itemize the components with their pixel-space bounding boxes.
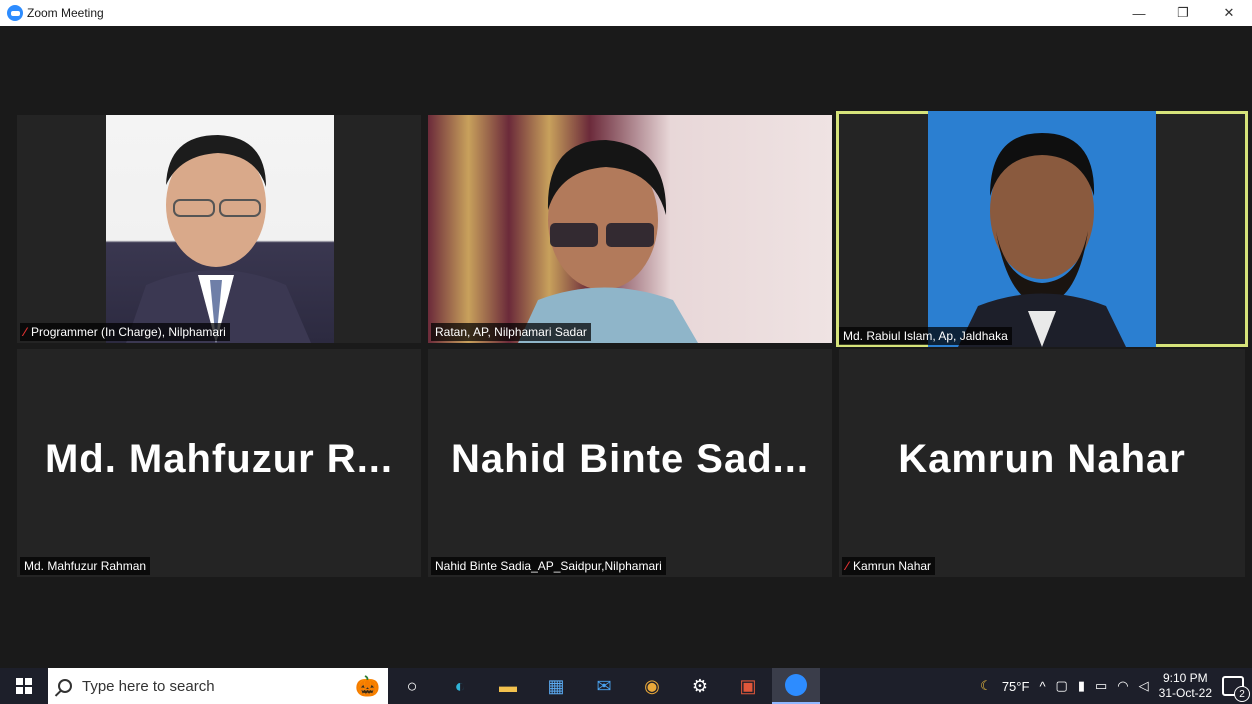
search-placeholder: Type here to search [82,677,215,695]
chevron-up-icon[interactable]: ^ [1039,679,1045,694]
system-tray: ☾ 75°F ^ ▢ ▮ ▭ ◠ ◁ 9:10 PM 31-Oct-22 2 [980,668,1252,704]
close-button[interactable]: ✕ [1208,0,1250,26]
participant-display-name: Nahid Binte Sad... [450,437,810,481]
participant-display-name: Kamrun Nahar [898,437,1186,481]
clock-time: 9:10 PM [1162,671,1208,685]
edge-icon[interactable]: ◐ [436,668,484,704]
halloween-doodle-icon[interactable]: 🎃 [355,674,380,699]
meet-now-icon[interactable]: ▢ [1056,678,1068,694]
window-title: Zoom Meeting [27,6,104,20]
participant-name-tag: Md. Rabiul Islam, Ap, Jaldhaka [839,327,1012,345]
microphone-icon[interactable]: ▮ [1078,678,1085,694]
file-explorer-icon[interactable]: ▬ [484,668,532,704]
participant-name: Ratan, AP, Nilphamari Sadar [435,325,587,339]
participant-video [928,111,1156,347]
restore-button[interactable]: ❐ [1162,0,1204,26]
battery-icon[interactable]: ▭ [1095,678,1107,694]
participant-name: Programmer (In Charge), Nilphamari [31,325,226,339]
participant-name-tag: ⁄ Kamrun Nahar [842,557,936,575]
title-bar: Zoom Meeting — ❐ ✕ [0,0,1252,26]
video-gallery: ⁄ Programmer (In Charge), Nilphamari Rat… [7,26,1252,668]
weather-temp[interactable]: 75°F [1002,679,1030,694]
taskbar-search-box[interactable]: Type here to search 🎃 [48,668,388,704]
powerpoint-icon[interactable]: ▣ [724,668,772,704]
windows-logo-icon [16,678,32,694]
participant-tile[interactable]: Ratan, AP, Nilphamari Sadar [428,115,832,343]
participant-name-tag: Nahid Binte Sadia_AP_Saidpur,Nilphamari [431,557,666,575]
person-silhouette [126,135,311,343]
participant-tile[interactable]: ⁄ Programmer (In Charge), Nilphamari [17,115,421,343]
clock-date: 31-Oct-22 [1158,686,1212,700]
settings-icon[interactable]: ⚙ [676,668,724,704]
participant-name-tag: ⁄ Programmer (In Charge), Nilphamari [20,323,230,341]
participant-name: Md. Mahfuzur Rahman [24,559,147,573]
participant-name: Nahid Binte Sadia_AP_Saidpur,Nilphamari [435,559,662,573]
person-silhouette [958,133,1126,347]
participant-name: Md. Rabiul Islam, Ap, Jaldhaka [843,329,1008,343]
notification-count: 2 [1234,686,1250,702]
participant-video [428,115,832,343]
minimize-button[interactable]: — [1118,0,1160,26]
chrome-icon[interactable]: ◉ [628,668,676,704]
search-icon [58,679,72,693]
mic-muted-icon: ⁄ [846,559,849,573]
person-silhouette [518,140,698,343]
mail-icon[interactable]: ✉ [580,668,628,704]
store-icon[interactable]: ▦ [532,668,580,704]
clock[interactable]: 9:10 PM 31-Oct-22 [1159,671,1212,701]
participant-tile[interactable]: Md. Mahfuzur R... Md. Mahfuzur Rahman [17,349,421,577]
wifi-icon[interactable]: ◠ [1117,678,1128,694]
participant-name: Kamrun Nahar [853,559,932,573]
participant-tile[interactable]: Nahid Binte Sad... Nahid Binte Sadia_AP_… [428,349,832,577]
participant-tile-active-speaker[interactable]: Md. Rabiul Islam, Ap, Jaldhaka [836,111,1248,347]
participant-name-tag: Ratan, AP, Nilphamari Sadar [431,323,591,341]
start-button[interactable] [0,668,48,704]
zoom-icon[interactable] [772,668,820,704]
participant-display-name: Md. Mahfuzur R... [44,437,394,481]
windows-taskbar: Type here to search 🎃 ○ ◐ ▬ ▦ ✉ ◉ ⚙ ▣ ☾ … [0,668,1252,704]
volume-icon[interactable]: ◁ [1139,678,1149,694]
cortana-icon[interactable]: ○ [388,668,436,704]
participant-name-tag: Md. Mahfuzur Rahman [20,557,151,575]
mic-muted-icon: ⁄ [24,325,27,339]
zoom-logo-icon [7,5,23,21]
participant-video [106,115,334,343]
notification-center-icon[interactable]: 2 [1222,676,1250,702]
weather-icon[interactable]: ☾ [980,678,992,694]
participant-tile[interactable]: Kamrun Nahar ⁄ Kamrun Nahar [839,349,1245,577]
